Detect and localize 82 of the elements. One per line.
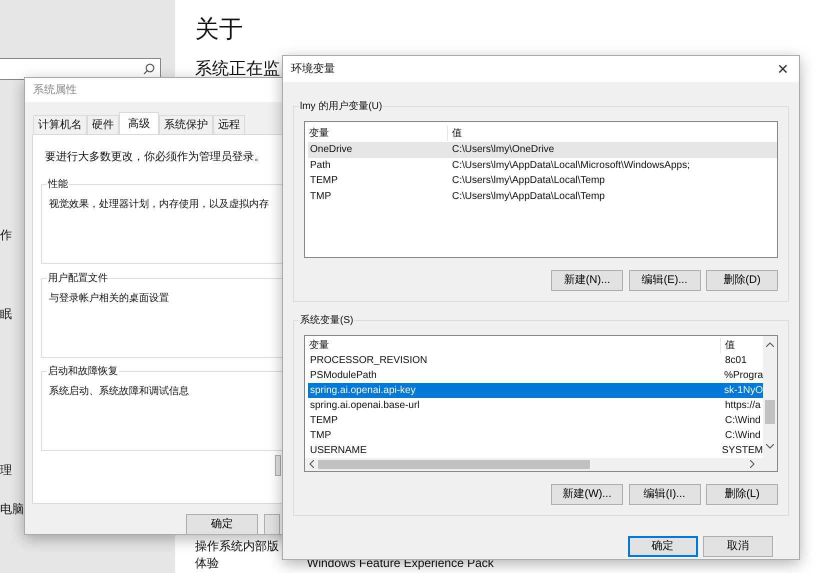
variable-name: OneDrive bbox=[309, 143, 354, 158]
list-action-button[interactable]: 新建(W)... bbox=[551, 484, 623, 505]
close-button[interactable]: ✕ bbox=[767, 58, 799, 80]
group-title: lmy 的用户变量(U) bbox=[299, 99, 384, 114]
variable-value: C:\Users\lmy\OneDrive bbox=[451, 143, 554, 158]
column-header[interactable]: 变量 bbox=[308, 338, 721, 352]
list-row[interactable]: OneDrive C:\Users\lmy\OneDrive bbox=[308, 142, 777, 158]
list-row[interactable]: PSModulePath %Progra bbox=[308, 368, 763, 383]
sidebar-item[interactable]: 理 bbox=[0, 461, 12, 479]
variable-name: USERNAME bbox=[309, 444, 368, 458]
scroll-up-icon[interactable] bbox=[766, 342, 774, 347]
column-header[interactable]: 变量 bbox=[308, 126, 448, 140]
variable-value: sk-1NyO bbox=[723, 384, 763, 398]
vertical-scrollbar[interactable] bbox=[763, 336, 777, 471]
cancel-button[interactable]: 取消 bbox=[703, 536, 773, 557]
sidebar-item[interactable]: 眠 bbox=[0, 305, 12, 323]
partial-button[interactable] bbox=[264, 514, 280, 535]
scroll-thumb[interactable] bbox=[765, 400, 775, 424]
variable-name: spring.ai.openai.api-key bbox=[309, 384, 417, 398]
page-subtitle: 系统正在监 bbox=[195, 58, 280, 80]
variable-value: C:\Wind bbox=[724, 429, 761, 443]
group-description: 系统启动、系统故障和调试信息 bbox=[49, 384, 190, 398]
variable-name: PROCESSOR_REVISION bbox=[309, 354, 428, 368]
variable-name: Path bbox=[309, 158, 332, 173]
variable-value: C:\Users\lmy\AppData\Local\Temp bbox=[451, 174, 605, 188]
variable-value: C:\Users\lmy\AppData\Local\Temp bbox=[451, 190, 605, 204]
variable-name: spring.ai.openai.base-url bbox=[309, 399, 421, 413]
variable-value: https://a bbox=[724, 399, 761, 413]
ok-button[interactable]: 确定 bbox=[186, 514, 258, 535]
group-title: 用户配置文件 bbox=[47, 270, 109, 286]
list-action-button[interactable]: 新建(N)... bbox=[551, 270, 623, 291]
list-action-button[interactable]: 编辑(E)... bbox=[628, 270, 700, 291]
scroll-left-icon[interactable] bbox=[309, 460, 314, 468]
variable-name: TEMP bbox=[309, 414, 339, 428]
search-icon bbox=[143, 63, 155, 75]
window-title: 环境变量 bbox=[291, 62, 335, 77]
variable-value: %Progra bbox=[723, 369, 763, 383]
variable-value: C:\Wind bbox=[724, 414, 761, 428]
spec-label: 操作系统内部版 bbox=[195, 539, 279, 553]
variable-value: SYSTEM bbox=[720, 444, 763, 458]
variable-name: TMP bbox=[309, 190, 332, 204]
group-title: 系统变量(S) bbox=[299, 313, 354, 328]
tab[interactable]: 硬件 bbox=[87, 114, 119, 134]
group-title: 启动和故障恢复 bbox=[47, 364, 119, 378]
tab[interactable]: 计算机名 bbox=[33, 114, 87, 134]
scroll-right-icon[interactable] bbox=[750, 460, 755, 468]
list-action-button[interactable]: 编辑(I)... bbox=[628, 484, 700, 505]
list-row[interactable]: spring.ai.openai.api-key sk-1NyO bbox=[308, 383, 763, 398]
list-action-button[interactable]: 删除(L) bbox=[706, 484, 778, 505]
tab[interactable]: 高级 bbox=[119, 112, 159, 134]
sidebar-item[interactable]: 电脑 bbox=[0, 500, 24, 518]
group-description: 视觉效果，处理器计划，内存使用，以及虚拟内存 bbox=[49, 198, 270, 212]
partial-button[interactable] bbox=[275, 455, 281, 476]
variable-name: TEMP bbox=[309, 174, 339, 188]
list-row[interactable]: Path C:\Users\lmy\AppData\Local\Microsoft\WindowsApps; bbox=[308, 158, 777, 174]
list-row[interactable]: TMP C:\Wind bbox=[308, 428, 763, 443]
list-row[interactable]: USERNAME SYSTEM bbox=[308, 443, 763, 458]
ok-button[interactable]: 确定 bbox=[628, 536, 698, 557]
tab[interactable]: 系统保护 bbox=[159, 114, 213, 134]
list-row[interactable]: TMP C:\Users\lmy\AppData\Local\Temp bbox=[308, 188, 777, 204]
variable-value: C:\Users\lmy\AppData\Local\Microsoft\WindowsApps; bbox=[451, 158, 690, 173]
variable-name: TMP bbox=[309, 429, 332, 443]
tab[interactable]: 远程 bbox=[213, 114, 245, 134]
column-header[interactable]: 值 bbox=[721, 338, 735, 352]
horizontal-scrollbar[interactable] bbox=[305, 458, 763, 471]
group-description: 与登录帐户相关的桌面设置 bbox=[49, 292, 170, 306]
scroll-down-icon[interactable] bbox=[766, 444, 774, 449]
notice-text: 要进行大多数更改，你必须作为管理员登录。 bbox=[45, 150, 266, 165]
variable-value: 8c01 bbox=[724, 354, 747, 368]
group-title: 性能 bbox=[47, 176, 69, 192]
spec-label: 体验 bbox=[195, 556, 219, 570]
list-action-button[interactable]: 删除(D) bbox=[706, 270, 778, 291]
sidebar-item[interactable]: 作 bbox=[0, 226, 12, 244]
window-title: 系统属性 bbox=[33, 82, 77, 98]
list-row[interactable]: PROCESSOR_REVISION 8c01 bbox=[308, 353, 763, 368]
list-row[interactable]: TEMP C:\Users\lmy\AppData\Local\Temp bbox=[308, 173, 777, 189]
list-row[interactable]: TEMP C:\Wind bbox=[308, 413, 763, 428]
scroll-thumb[interactable] bbox=[318, 460, 590, 469]
variable-name: PSModulePath bbox=[309, 369, 378, 383]
column-header[interactable]: 值 bbox=[448, 126, 462, 140]
page-title: 关于 bbox=[195, 15, 244, 45]
list-row[interactable]: spring.ai.openai.base-url https://a bbox=[308, 398, 763, 413]
